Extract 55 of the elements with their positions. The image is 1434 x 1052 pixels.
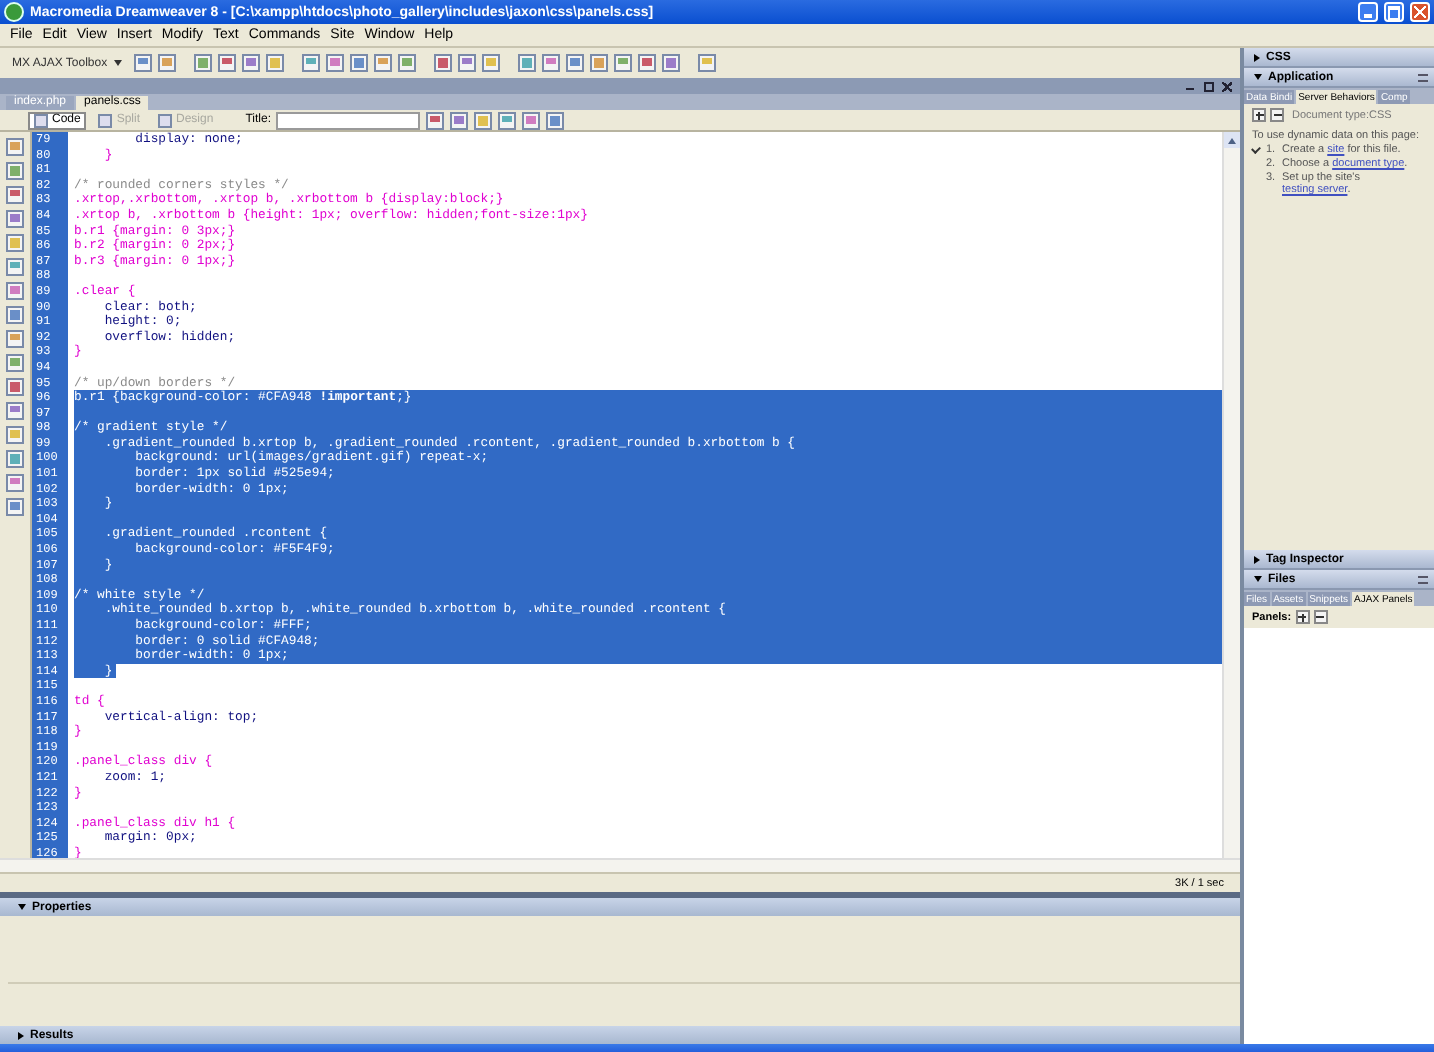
tile-icon[interactable] xyxy=(217,54,236,72)
tool-icon[interactable] xyxy=(6,474,24,492)
tile-icon[interactable] xyxy=(265,54,284,72)
tile-icon[interactable] xyxy=(325,54,344,72)
tool-icon[interactable] xyxy=(6,330,24,348)
scrollbar[interactable] xyxy=(0,858,1240,872)
triangle-icon[interactable] xyxy=(1254,74,1262,80)
add-button[interactable] xyxy=(1295,610,1310,624)
tile-icon[interactable] xyxy=(661,54,680,72)
tool-icon[interactable] xyxy=(6,186,24,204)
tile-icon[interactable] xyxy=(613,54,632,72)
tile-icon[interactable] xyxy=(637,54,656,72)
maximize-button[interactable] xyxy=(1384,2,1404,22)
tile-icon[interactable] xyxy=(397,54,416,72)
remove-button[interactable] xyxy=(1270,108,1284,122)
tile-icon[interactable] xyxy=(426,111,445,129)
title-field[interactable] xyxy=(276,111,421,129)
remove-button[interactable] xyxy=(1313,610,1328,624)
tile-icon[interactable] xyxy=(481,54,500,72)
tile-icon[interactable] xyxy=(133,54,152,72)
tile-icon[interactable] xyxy=(522,111,541,129)
tile-icon[interactable] xyxy=(157,54,176,72)
tile-icon[interactable] xyxy=(193,54,212,72)
tile-icon[interactable] xyxy=(565,54,584,72)
triangle-icon[interactable] xyxy=(1254,576,1262,582)
minimize-button[interactable] xyxy=(1358,2,1378,22)
add-button[interactable] xyxy=(1252,108,1266,122)
tile-icon[interactable] xyxy=(373,54,392,72)
tool-icon[interactable] xyxy=(6,498,24,516)
tile-icon[interactable] xyxy=(349,54,368,72)
tile-icon[interactable] xyxy=(697,54,716,72)
tile-icon[interactable] xyxy=(546,111,565,129)
tile-icon[interactable] xyxy=(433,54,452,72)
tile-icon[interactable] xyxy=(450,111,469,129)
restore-button[interactable] xyxy=(1202,80,1214,92)
close-button[interactable] xyxy=(1220,80,1232,92)
tile-icon[interactable] xyxy=(541,54,560,72)
tile-icon[interactable] xyxy=(517,54,536,72)
triangle-icon[interactable] xyxy=(18,904,26,910)
tile-icon[interactable] xyxy=(589,54,608,72)
triangle-icon[interactable] xyxy=(1254,555,1260,563)
tile-icon[interactable] xyxy=(474,111,493,129)
app-logo-icon xyxy=(4,2,24,22)
tool-icon[interactable] xyxy=(6,402,24,420)
tool-icon[interactable] xyxy=(6,258,24,276)
tile-icon[interactable] xyxy=(457,54,476,72)
triangle-icon[interactable] xyxy=(1254,53,1260,61)
grip-icon[interactable] xyxy=(1418,73,1428,81)
tile-icon[interactable] xyxy=(241,54,260,72)
tile-icon[interactable] xyxy=(301,54,320,72)
scrollbar[interactable] xyxy=(1222,132,1240,858)
caret-icon xyxy=(113,60,122,66)
grip-icon[interactable] xyxy=(1418,575,1428,583)
tile-icon[interactable] xyxy=(498,111,517,129)
close-button[interactable] xyxy=(1410,2,1430,22)
